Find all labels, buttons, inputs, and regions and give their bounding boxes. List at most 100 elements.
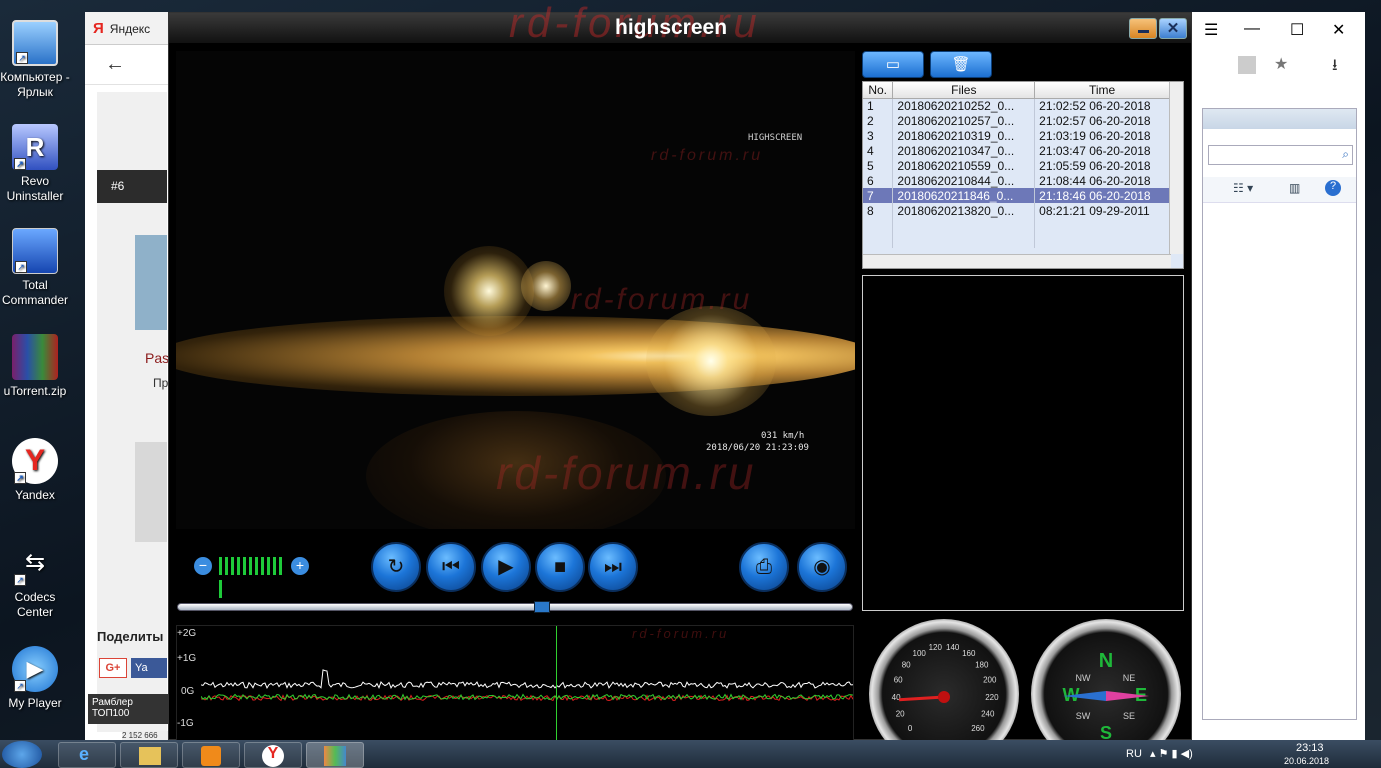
minimize-button[interactable]: [1129, 18, 1157, 39]
compass-ne: NE: [1123, 673, 1136, 683]
map-panel[interactable]: [862, 275, 1184, 611]
video-display[interactable]: HIGHSCREEN rd-forum.ru rd-forum.ru rd-fo…: [176, 51, 855, 529]
file-row[interactable]: 2 20180620210257_0... 21:02:57 06-20-2018: [863, 113, 1170, 128]
desktop-icon-computer[interactable]: ↗ Компьютер - Ярлык: [0, 20, 70, 100]
file-cell-no: 1: [863, 98, 894, 113]
video-brand: HIGHSCREEN: [748, 133, 803, 143]
desktop-icon-my-player[interactable]: ▶ ↗ My Player: [0, 646, 70, 711]
minimize-icon[interactable]: —: [1244, 20, 1260, 38]
volume-level[interactable]: [219, 557, 285, 598]
clock-date[interactable]: 20.06.2018: [1284, 756, 1329, 766]
app-titlebar: rd-forum.ru highscreen ✕: [169, 0, 1191, 46]
taskbar-yandex[interactable]: Y: [244, 742, 302, 768]
file-cell-file: 20180620210844_0...: [892, 173, 1036, 188]
speedometer-tick: 200: [983, 676, 997, 685]
stop-button[interactable]: ■: [535, 542, 585, 592]
language-indicator[interactable]: RU: [1126, 748, 1142, 760]
folder-icon: [139, 747, 161, 765]
close-button[interactable]: ✕: [1159, 18, 1187, 39]
media-player-icon: [201, 746, 221, 766]
previous-button[interactable]: ⏮: [426, 542, 476, 592]
maximize-icon[interactable]: ☐: [1290, 20, 1304, 40]
volume-segment: [231, 557, 234, 575]
back-arrow-icon[interactable]: ←: [105, 53, 125, 76]
star-icon[interactable]: ★: [1274, 54, 1288, 74]
tab-yandex[interactable]: Я Яндекс: [93, 20, 150, 37]
video-light-3: [646, 306, 776, 416]
print-button[interactable]: ⎙: [739, 542, 789, 592]
file-cell-file: 20180620210559_0...: [892, 158, 1036, 173]
clock-time[interactable]: 23:13: [1296, 742, 1324, 754]
speedometer-tick: 80: [902, 660, 911, 669]
volume-segment: [273, 557, 276, 575]
file-row[interactable]: 8 20180620213820_0... 08:21:21 09-29-2011: [863, 203, 1170, 218]
tray-icons[interactable]: ▴ ⚑ ▮ ◀): [1150, 747, 1193, 760]
user-avatar[interactable]: [135, 235, 167, 330]
user-name[interactable]: Pas: [145, 350, 169, 366]
taskbar-ie[interactable]: e: [58, 742, 116, 768]
play-button[interactable]: ▶: [481, 542, 531, 592]
search-icon[interactable]: ⌕: [1342, 147, 1349, 162]
repeat-button[interactable]: ↻: [371, 542, 421, 592]
speedometer-tick: 180: [975, 660, 989, 669]
file-row[interactable]: 3 20180620210319_0... 21:03:19 06-20-2018: [863, 128, 1170, 143]
column-header-no[interactable]: No.: [863, 82, 894, 99]
file-cell-no: 3: [863, 128, 894, 143]
desktop-icon-codecs[interactable]: ⇆ ↗ Codecs Center: [0, 540, 70, 620]
file-row[interactable]: 1 20180620210252_0... 21:02:52 06-20-2018: [863, 98, 1170, 113]
file-cell-time: 21:05:59 06-20-2018: [1034, 158, 1170, 173]
view-icon[interactable]: ☷ ▾: [1233, 181, 1253, 195]
video-light-2: [521, 261, 571, 311]
desktop-icon-revo[interactable]: R ↗ Revo Uninstaller: [0, 124, 70, 204]
file-row[interactable]: 7 20180620211846_0... 21:18:46 06-20-2018: [863, 188, 1170, 203]
menu-icon[interactable]: ☰: [1204, 20, 1218, 40]
explorer-search-field[interactable]: ⌕: [1208, 145, 1353, 165]
file-row[interactable]: 5 20180620210559_0... 21:05:59 06-20-2018: [863, 158, 1170, 173]
camera-icon: ◉: [813, 556, 831, 578]
pane-icon[interactable]: ▥: [1289, 181, 1300, 195]
stop-icon: ■: [553, 556, 567, 578]
column-header-files[interactable]: Files: [892, 82, 1036, 99]
file-cell-file: 20180620210257_0...: [892, 113, 1036, 128]
download-icon[interactable]: ⭳: [1332, 54, 1338, 81]
file-cell-file: 20180620210319_0...: [892, 128, 1036, 143]
file-cell-file: 20180620210252_0...: [892, 98, 1036, 113]
file-list[interactable]: No. Files Time 1 20180620210252_0... 21:02…: [862, 81, 1184, 269]
facebook-share-button[interactable]: Ya: [131, 658, 167, 678]
file-list-hscroll[interactable]: [863, 254, 1171, 268]
yandex-logo-icon: Я: [93, 20, 104, 37]
post-image[interactable]: [135, 442, 167, 542]
file-row[interactable]: 6 20180620210844_0... 21:08:44 06-20-2018: [863, 173, 1170, 188]
post-number: #6: [97, 170, 167, 203]
column-header-time[interactable]: Time: [1034, 82, 1170, 99]
taskbar-media[interactable]: [182, 742, 240, 768]
graph-cursor[interactable]: [555, 626, 557, 742]
next-button[interactable]: ⏭: [588, 542, 638, 592]
lock-icon[interactable]: [1238, 56, 1256, 74]
rambler-counter[interactable]: Рамблер ТОП100: [88, 694, 170, 724]
seek-handle[interactable]: [534, 601, 551, 613]
file-list-vscroll[interactable]: [1169, 82, 1183, 254]
close-icon[interactable]: ✕: [1332, 20, 1345, 40]
codecs-center-icon: ⇆ ↗: [12, 540, 58, 586]
yandex-browser-icon: Y: [262, 745, 284, 767]
close-icon: ✕: [1166, 20, 1180, 37]
help-icon[interactable]: ?: [1325, 180, 1341, 196]
g-sensor-graph[interactable]: +2G +1G 0G -1G rd-forum.ru: [176, 625, 854, 742]
seek-bar[interactable]: [177, 601, 853, 613]
volume-up-button[interactable]: +: [291, 557, 309, 575]
speedometer-tick: 0: [908, 724, 913, 733]
snapshot-button[interactable]: ◉: [797, 542, 847, 592]
open-folder-button[interactable]: ▭: [862, 51, 924, 78]
video-light-1: [444, 246, 534, 336]
gplus-share-button[interactable]: G+: [99, 658, 127, 678]
taskbar-explorer[interactable]: [120, 742, 178, 768]
file-row[interactable]: 4 20180620210347_0... 21:03:47 06-20-2018: [863, 143, 1170, 158]
volume-down-button[interactable]: −: [194, 557, 212, 575]
desktop-icon-total-commander[interactable]: ↗ Total Commander: [0, 228, 70, 308]
desktop-icon-yandex[interactable]: Y ↗ Yandex: [0, 438, 70, 503]
taskbar-app[interactable]: [306, 742, 364, 768]
start-button[interactable]: [2, 741, 42, 768]
delete-button[interactable]: 🗑: [930, 51, 992, 78]
desktop-icon-utorrent[interactable]: uTorrent.zip: [0, 334, 70, 399]
